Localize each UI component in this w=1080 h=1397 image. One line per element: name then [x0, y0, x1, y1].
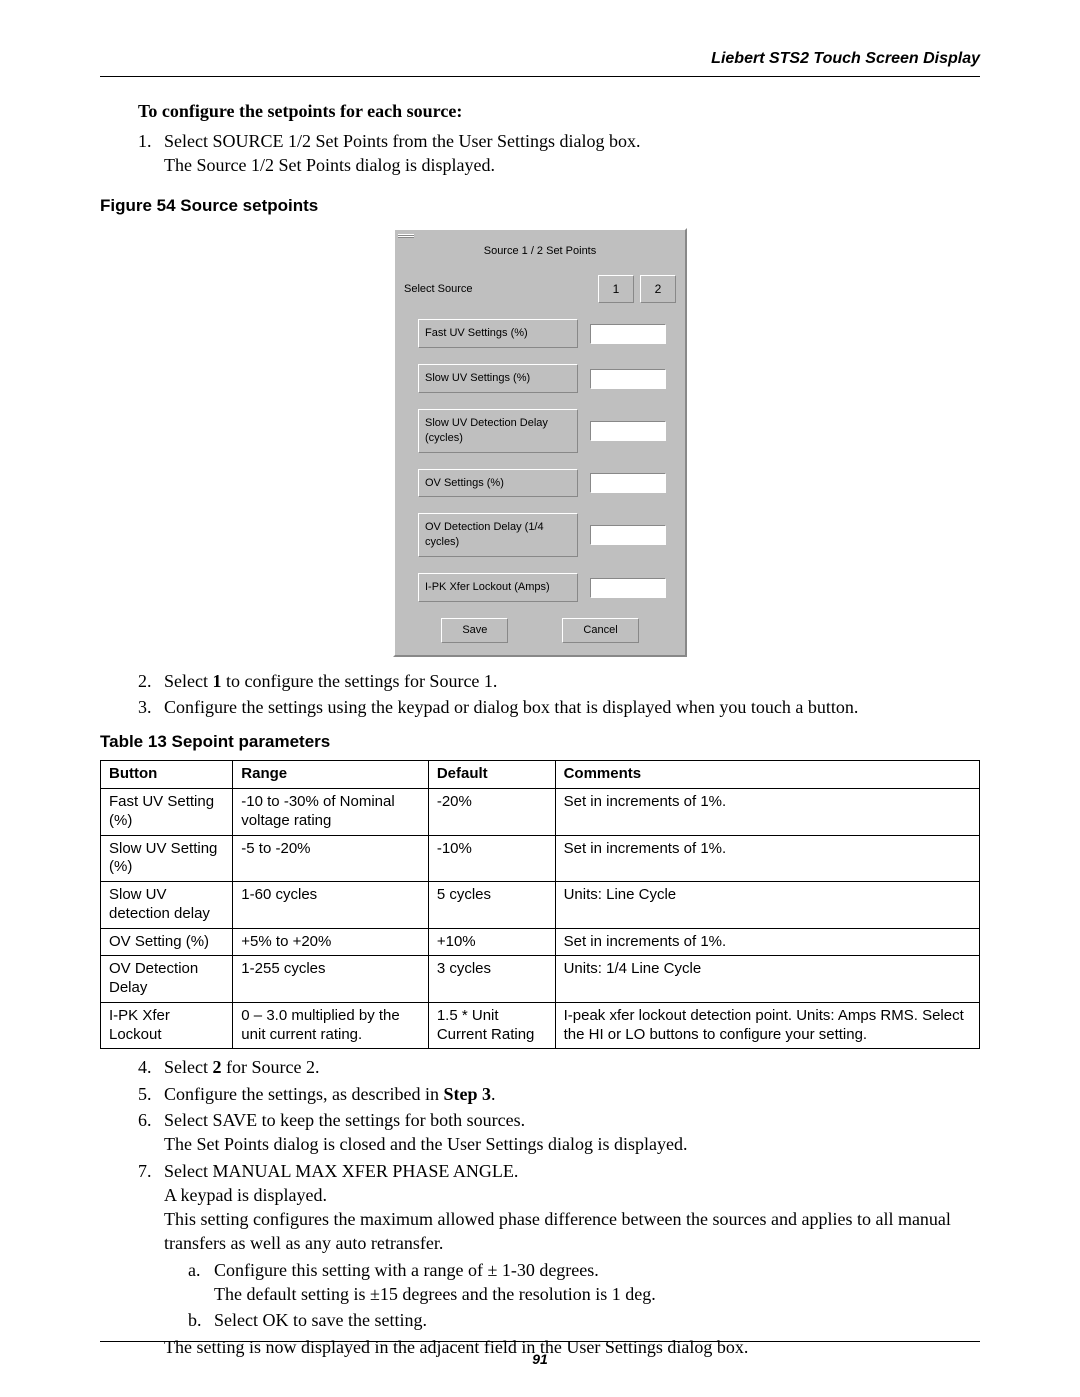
source-1-button[interactable]: 1 [598, 275, 634, 303]
cell: OV Setting (%) [101, 928, 233, 956]
step-text: Configure the settings using the keypad … [164, 697, 858, 717]
table-caption: Table 13 Sepoint parameters [100, 731, 980, 754]
setting-row: Slow UV Detection Delay (cycles) [398, 409, 682, 453]
cancel-button[interactable]: Cancel [562, 618, 638, 643]
step-text: Select MANUAL MAX XFER PHASE ANGLE. [164, 1161, 518, 1181]
cell: OV Detection Delay [101, 956, 233, 1003]
table-header-row: Button Range Default Comments [101, 761, 980, 789]
cell: -5 to -20% [233, 835, 429, 882]
list-item: b. Select OK to save the setting. [188, 1308, 980, 1332]
step-text: Configure the settings, as described in [164, 1084, 443, 1104]
table-row: I-PK Xfer Lockout 0 – 3.0 multiplied by … [101, 1002, 980, 1049]
section-heading: To configure the setpoints for each sour… [138, 99, 980, 123]
list-item: a. Configure this setting with a range o… [188, 1258, 980, 1307]
doc-title: Liebert STS2 Touch Screen Display [711, 48, 980, 70]
step-text: Select SAVE to keep the settings for bot… [164, 1110, 525, 1130]
setting-row: Fast UV Settings (%) [398, 319, 682, 348]
list-item: 6. Select SAVE to keep the settings for … [138, 1108, 980, 1157]
col-button: Button [101, 761, 233, 789]
source-2-button[interactable]: 2 [640, 275, 676, 303]
list-item: 7. Select MANUAL MAX XFER PHASE ANGLE. A… [138, 1159, 980, 1359]
dialog-title: Source 1 / 2 Set Points [398, 244, 682, 259]
cell: -10% [428, 835, 555, 882]
dialog-grip[interactable] [398, 234, 414, 238]
step-text: A keypad is displayed. [164, 1185, 327, 1205]
figure-wrapper: Source 1 / 2 Set Points Select Source 1 … [100, 228, 980, 656]
setting-row: OV Settings (%) [398, 469, 682, 498]
steps-after: 4. Select 2 for Source 2. 5. Configure t… [138, 1055, 980, 1359]
table-row: Slow UV detection delay 1-60 cycles 5 cy… [101, 882, 980, 929]
slow-uv-field[interactable] [590, 369, 666, 389]
cell: I-peak xfer lockout detection point. Uni… [555, 1002, 979, 1049]
cell: -20% [428, 789, 555, 836]
list-item: 3. Configure the settings using the keyp… [138, 695, 980, 719]
cell: Slow UV Setting (%) [101, 835, 233, 882]
table-row: Slow UV Setting (%) -5 to -20% -10% Set … [101, 835, 980, 882]
cell: Fast UV Setting (%) [101, 789, 233, 836]
step-text: The default setting is ±15 degrees and t… [214, 1284, 656, 1304]
table-row: Fast UV Setting (%) -10 to -30% of Nomin… [101, 789, 980, 836]
dialog-button-row: Save Cancel [398, 618, 682, 643]
ipk-lockout-button[interactable]: I-PK Xfer Lockout (Amps) [418, 573, 578, 602]
sub-steps: a. Configure this setting with a range o… [188, 1258, 980, 1333]
setpoint-parameters-table: Button Range Default Comments Fast UV Se… [100, 760, 980, 1049]
cell: 1.5 * Unit Current Rating [428, 1002, 555, 1049]
table-row: OV Setting (%) +5% to +20% +10% Set in i… [101, 928, 980, 956]
setting-row: Slow UV Settings (%) [398, 364, 682, 393]
cell: 1-255 cycles [233, 956, 429, 1003]
cell: 1-60 cycles [233, 882, 429, 929]
cell: Slow UV detection delay [101, 882, 233, 929]
cell: 5 cycles [428, 882, 555, 929]
list-item: 1. Select SOURCE 1/2 Set Points from the… [138, 129, 980, 178]
col-default: Default [428, 761, 555, 789]
step-ref: Step 3 [443, 1084, 491, 1104]
list-item: 2. Select 1 to configure the settings fo… [138, 669, 980, 693]
select-source-label: Select Source [404, 282, 592, 297]
step-text: This setting configures the maximum allo… [164, 1209, 951, 1253]
step-text: Select SOURCE 1/2 Set Points from the Us… [164, 131, 640, 151]
cell: 0 – 3.0 multiplied by the unit current r… [233, 1002, 429, 1049]
ov-delay-field[interactable] [590, 525, 666, 545]
cell: +10% [428, 928, 555, 956]
ipk-lockout-field[interactable] [590, 578, 666, 598]
cell: -10 to -30% of Nominal voltage rating [233, 789, 429, 836]
cell: Units: Line Cycle [555, 882, 979, 929]
steps-mid: 2. Select 1 to configure the settings fo… [138, 669, 980, 720]
slow-uv-button[interactable]: Slow UV Settings (%) [418, 364, 578, 393]
col-comments: Comments [555, 761, 979, 789]
cell: Units: 1/4 Line Cycle [555, 956, 979, 1003]
page-header: Liebert STS2 Touch Screen Display [100, 48, 980, 77]
list-item: 4. Select 2 for Source 2. [138, 1055, 980, 1079]
fast-uv-button[interactable]: Fast UV Settings (%) [418, 319, 578, 348]
save-button[interactable]: Save [441, 618, 508, 643]
ov-button[interactable]: OV Settings (%) [418, 469, 578, 498]
col-range: Range [233, 761, 429, 789]
step-text: Configure this setting with a range of ±… [214, 1260, 599, 1280]
step-text: The Set Points dialog is closed and the … [164, 1134, 687, 1154]
setpoints-dialog: Source 1 / 2 Set Points Select Source 1 … [393, 228, 687, 656]
cell: Set in increments of 1%. [555, 928, 979, 956]
fast-uv-field[interactable] [590, 324, 666, 344]
page: Liebert STS2 Touch Screen Display To con… [0, 0, 1080, 1397]
slow-uv-delay-button[interactable]: Slow UV Detection Delay (cycles) [418, 409, 578, 453]
setting-row: OV Detection Delay (1/4 cycles) [398, 513, 682, 557]
cell: Set in increments of 1%. [555, 835, 979, 882]
ov-field[interactable] [590, 473, 666, 493]
steps-before-figure: 1. Select SOURCE 1/2 Set Points from the… [138, 129, 980, 178]
cell: +5% to +20% [233, 928, 429, 956]
ov-delay-button[interactable]: OV Detection Delay (1/4 cycles) [418, 513, 578, 557]
step-text: The Source 1/2 Set Points dialog is disp… [164, 155, 495, 175]
slow-uv-delay-field[interactable] [590, 421, 666, 441]
page-number: 91 [100, 1341, 980, 1369]
cell: 3 cycles [428, 956, 555, 1003]
cell: I-PK Xfer Lockout [101, 1002, 233, 1049]
step-text: Select OK to save the setting. [214, 1310, 427, 1330]
select-source-row: Select Source 1 2 [398, 275, 682, 303]
figure-caption: Figure 54 Source setpoints [100, 195, 980, 218]
table-row: OV Detection Delay 1-255 cycles 3 cycles… [101, 956, 980, 1003]
cell: Set in increments of 1%. [555, 789, 979, 836]
step-text: . [491, 1084, 496, 1104]
list-item: 5. Configure the settings, as described … [138, 1082, 980, 1106]
setting-row: I-PK Xfer Lockout (Amps) [398, 573, 682, 602]
